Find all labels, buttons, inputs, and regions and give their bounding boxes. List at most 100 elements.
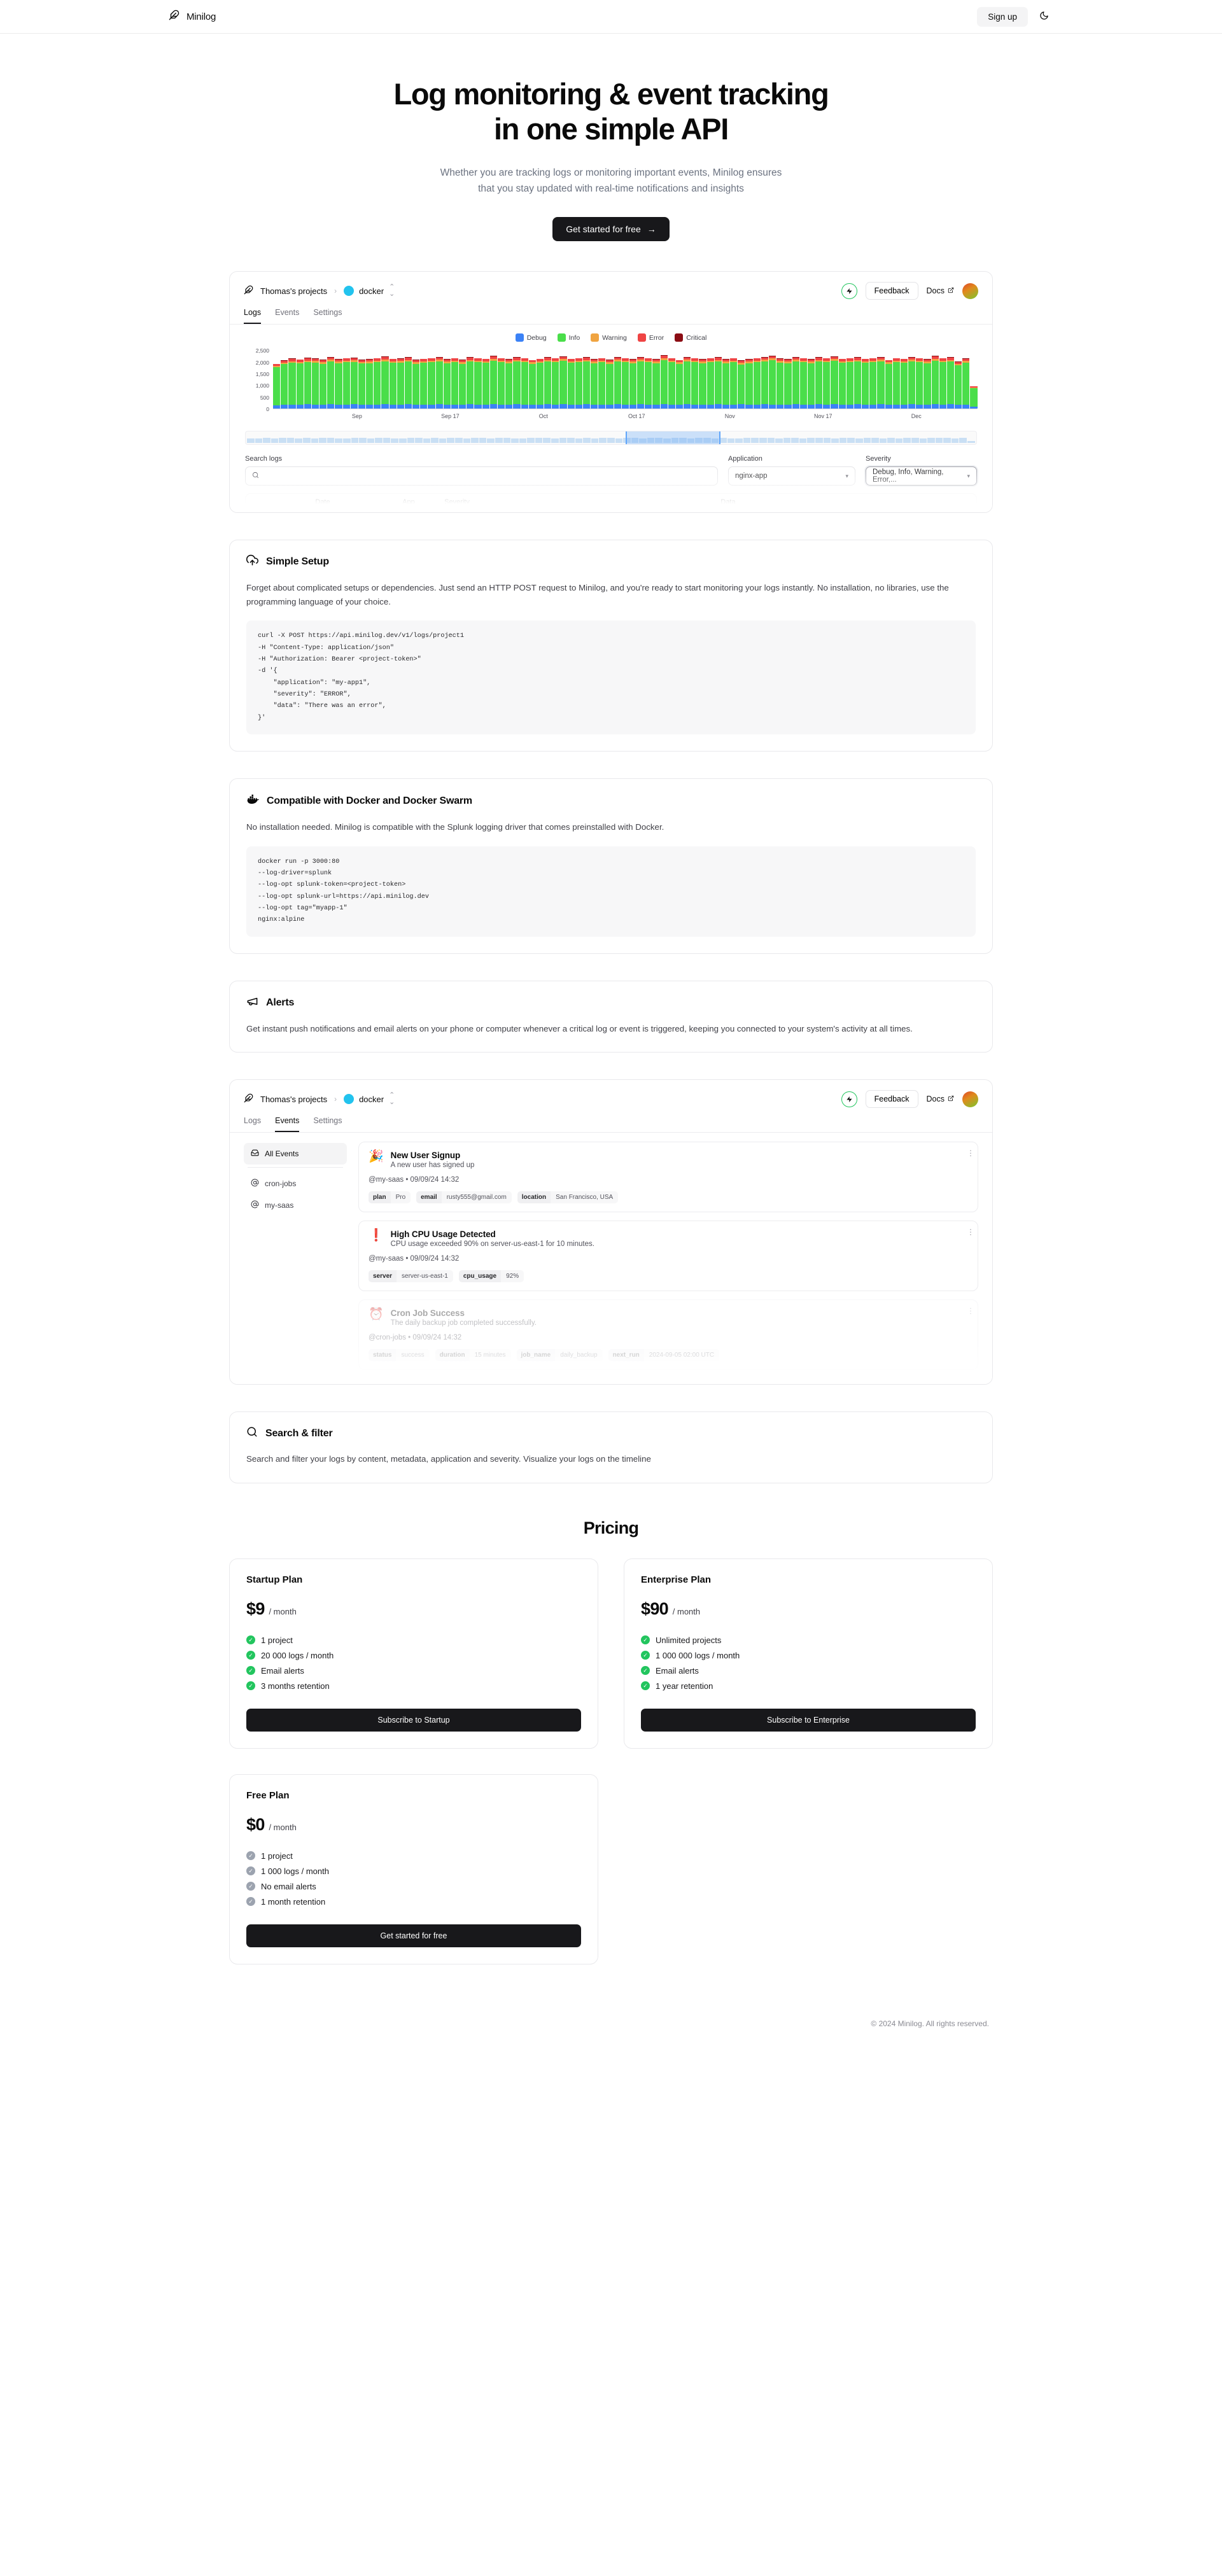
chart-bar[interactable] xyxy=(939,358,946,409)
chart-bar[interactable] xyxy=(838,358,846,409)
legend-item-info[interactable]: Info xyxy=(557,333,580,342)
breadcrumb-org[interactable]: Thomas's projects xyxy=(260,1095,327,1104)
chart-bar[interactable] xyxy=(892,358,900,409)
chart-bar[interactable] xyxy=(745,359,753,409)
chart-bar[interactable] xyxy=(358,359,366,409)
chart-bar[interactable] xyxy=(660,354,668,409)
theme-toggle-button[interactable] xyxy=(1034,7,1053,26)
get-started-free-button[interactable]: Get started for free xyxy=(246,1924,581,1947)
chart-bar[interactable] xyxy=(552,358,559,409)
chart-bar[interactable] xyxy=(536,358,544,409)
scrubber-selection[interactable] xyxy=(625,431,721,445)
chart-bar[interactable] xyxy=(296,359,304,409)
chart-bar[interactable] xyxy=(342,358,350,409)
chart-bar[interactable] xyxy=(877,356,885,409)
legend-item-debug[interactable]: Debug xyxy=(515,333,547,342)
chart-bar[interactable] xyxy=(412,360,420,409)
chart-bar[interactable] xyxy=(366,359,374,409)
chart-bar[interactable] xyxy=(784,359,792,409)
sign-up-button[interactable]: Sign up xyxy=(977,6,1028,27)
chart-bar[interactable] xyxy=(815,357,823,409)
list-item[interactable]: ⋮ ❗ High CPU Usage Detected CPU usage ex… xyxy=(358,1221,978,1292)
chart-bar[interactable] xyxy=(807,359,815,409)
more-vertical-icon[interactable]: ⋮ xyxy=(967,1307,974,1315)
brand[interactable]: Minilog xyxy=(169,10,216,24)
chart-bar[interactable] xyxy=(404,357,412,409)
chart-bar[interactable] xyxy=(908,356,916,409)
chart-bar[interactable] xyxy=(420,358,428,409)
chart-bar[interactable] xyxy=(753,358,761,409)
chart-bar[interactable] xyxy=(931,356,939,409)
chart-bar[interactable] xyxy=(885,360,892,409)
chart-bar[interactable] xyxy=(497,358,505,409)
breadcrumb-org[interactable]: Thomas's projects xyxy=(260,286,327,296)
chart-bar[interactable] xyxy=(970,386,978,409)
legend-item-critical[interactable]: Critical xyxy=(675,333,706,342)
chart-bar[interactable] xyxy=(374,358,381,409)
get-started-button[interactable]: Get started for free → xyxy=(552,217,670,242)
chart-bar[interactable] xyxy=(924,359,931,409)
chart-bar[interactable] xyxy=(761,356,768,409)
tab-events[interactable]: Events xyxy=(275,1116,300,1133)
chart-bar[interactable] xyxy=(691,358,699,409)
timeline-scrubber[interactable] xyxy=(245,431,977,445)
breadcrumb-project[interactable]: docker ⌃ ⌄ xyxy=(344,1092,395,1106)
tab-settings[interactable]: Settings xyxy=(313,308,342,324)
chart-bar[interactable] xyxy=(823,358,831,409)
chart-bar[interactable] xyxy=(769,355,776,409)
chart-bar[interactable] xyxy=(792,356,799,409)
chart-bar[interactable] xyxy=(559,356,567,409)
chart-bar[interactable] xyxy=(505,359,513,409)
sidebar-item-all-events[interactable]: All Events xyxy=(244,1143,347,1165)
chart-bar[interactable] xyxy=(652,359,660,409)
sidebar-item-cron-jobs[interactable]: cron-jobs xyxy=(244,1173,347,1194)
chart-bar[interactable] xyxy=(397,358,404,409)
tab-logs[interactable]: Logs xyxy=(244,308,262,325)
chart-bar[interactable] xyxy=(381,356,389,409)
chart-bar[interactable] xyxy=(335,359,342,409)
chart-bar[interactable] xyxy=(327,356,335,409)
breadcrumb-project[interactable]: docker ⌃ ⌄ xyxy=(344,284,395,298)
chart-bar[interactable] xyxy=(738,360,745,409)
list-item[interactable]: ⋮ ⏰ Cron Job Success The daily backup jo… xyxy=(358,1299,978,1371)
chart-bar[interactable] xyxy=(567,358,575,409)
chart-bar[interactable] xyxy=(482,358,489,409)
chart-bar[interactable] xyxy=(428,358,435,409)
chart-bar[interactable] xyxy=(846,358,853,409)
docs-link[interactable]: Docs xyxy=(927,1095,954,1103)
chart-bar[interactable] xyxy=(900,358,908,409)
chart-bar[interactable] xyxy=(862,358,869,409)
sidebar-item-my-saas[interactable]: my-saas xyxy=(244,1194,347,1216)
chart-bar[interactable] xyxy=(730,358,738,409)
chart-bar[interactable] xyxy=(320,360,327,409)
chart-bar[interactable] xyxy=(273,363,281,409)
chart-bar[interactable] xyxy=(598,358,606,409)
chart-bar[interactable] xyxy=(699,359,706,409)
lightning-bolt-icon[interactable] xyxy=(841,283,857,299)
legend-item-warning[interactable]: Warning xyxy=(591,333,627,342)
chart-bar[interactable] xyxy=(668,358,675,409)
more-vertical-icon[interactable]: ⋮ xyxy=(967,1228,974,1236)
chart-bar[interactable] xyxy=(474,358,482,409)
chart-bar[interactable] xyxy=(443,359,451,409)
chart-bar[interactable] xyxy=(459,360,467,409)
application-select[interactable]: nginx-app ▾ xyxy=(728,466,855,486)
chart-bar[interactable] xyxy=(776,358,784,409)
chart-bar[interactable] xyxy=(962,358,970,409)
chart-bar[interactable] xyxy=(621,358,629,409)
chart-bar[interactable] xyxy=(869,358,877,409)
tab-settings[interactable]: Settings xyxy=(313,1116,342,1132)
avatar[interactable] xyxy=(962,1091,978,1107)
chart-bar[interactable] xyxy=(675,360,684,409)
chart-bar[interactable] xyxy=(544,357,552,409)
chart-bar[interactable] xyxy=(946,357,955,409)
chart-bar[interactable] xyxy=(722,359,730,409)
chart-bar[interactable] xyxy=(435,356,443,409)
chart-bar[interactable] xyxy=(489,356,497,409)
more-vertical-icon[interactable]: ⋮ xyxy=(967,1149,974,1157)
severity-select[interactable]: Debug, Info, Warning, Error,... ▾ xyxy=(866,466,977,486)
subscribe-enterprise-button[interactable]: Subscribe to Enterprise xyxy=(641,1708,976,1732)
chart-bar[interactable] xyxy=(591,359,598,409)
chart-bar[interactable] xyxy=(645,358,652,409)
chart-bar[interactable] xyxy=(614,356,621,409)
